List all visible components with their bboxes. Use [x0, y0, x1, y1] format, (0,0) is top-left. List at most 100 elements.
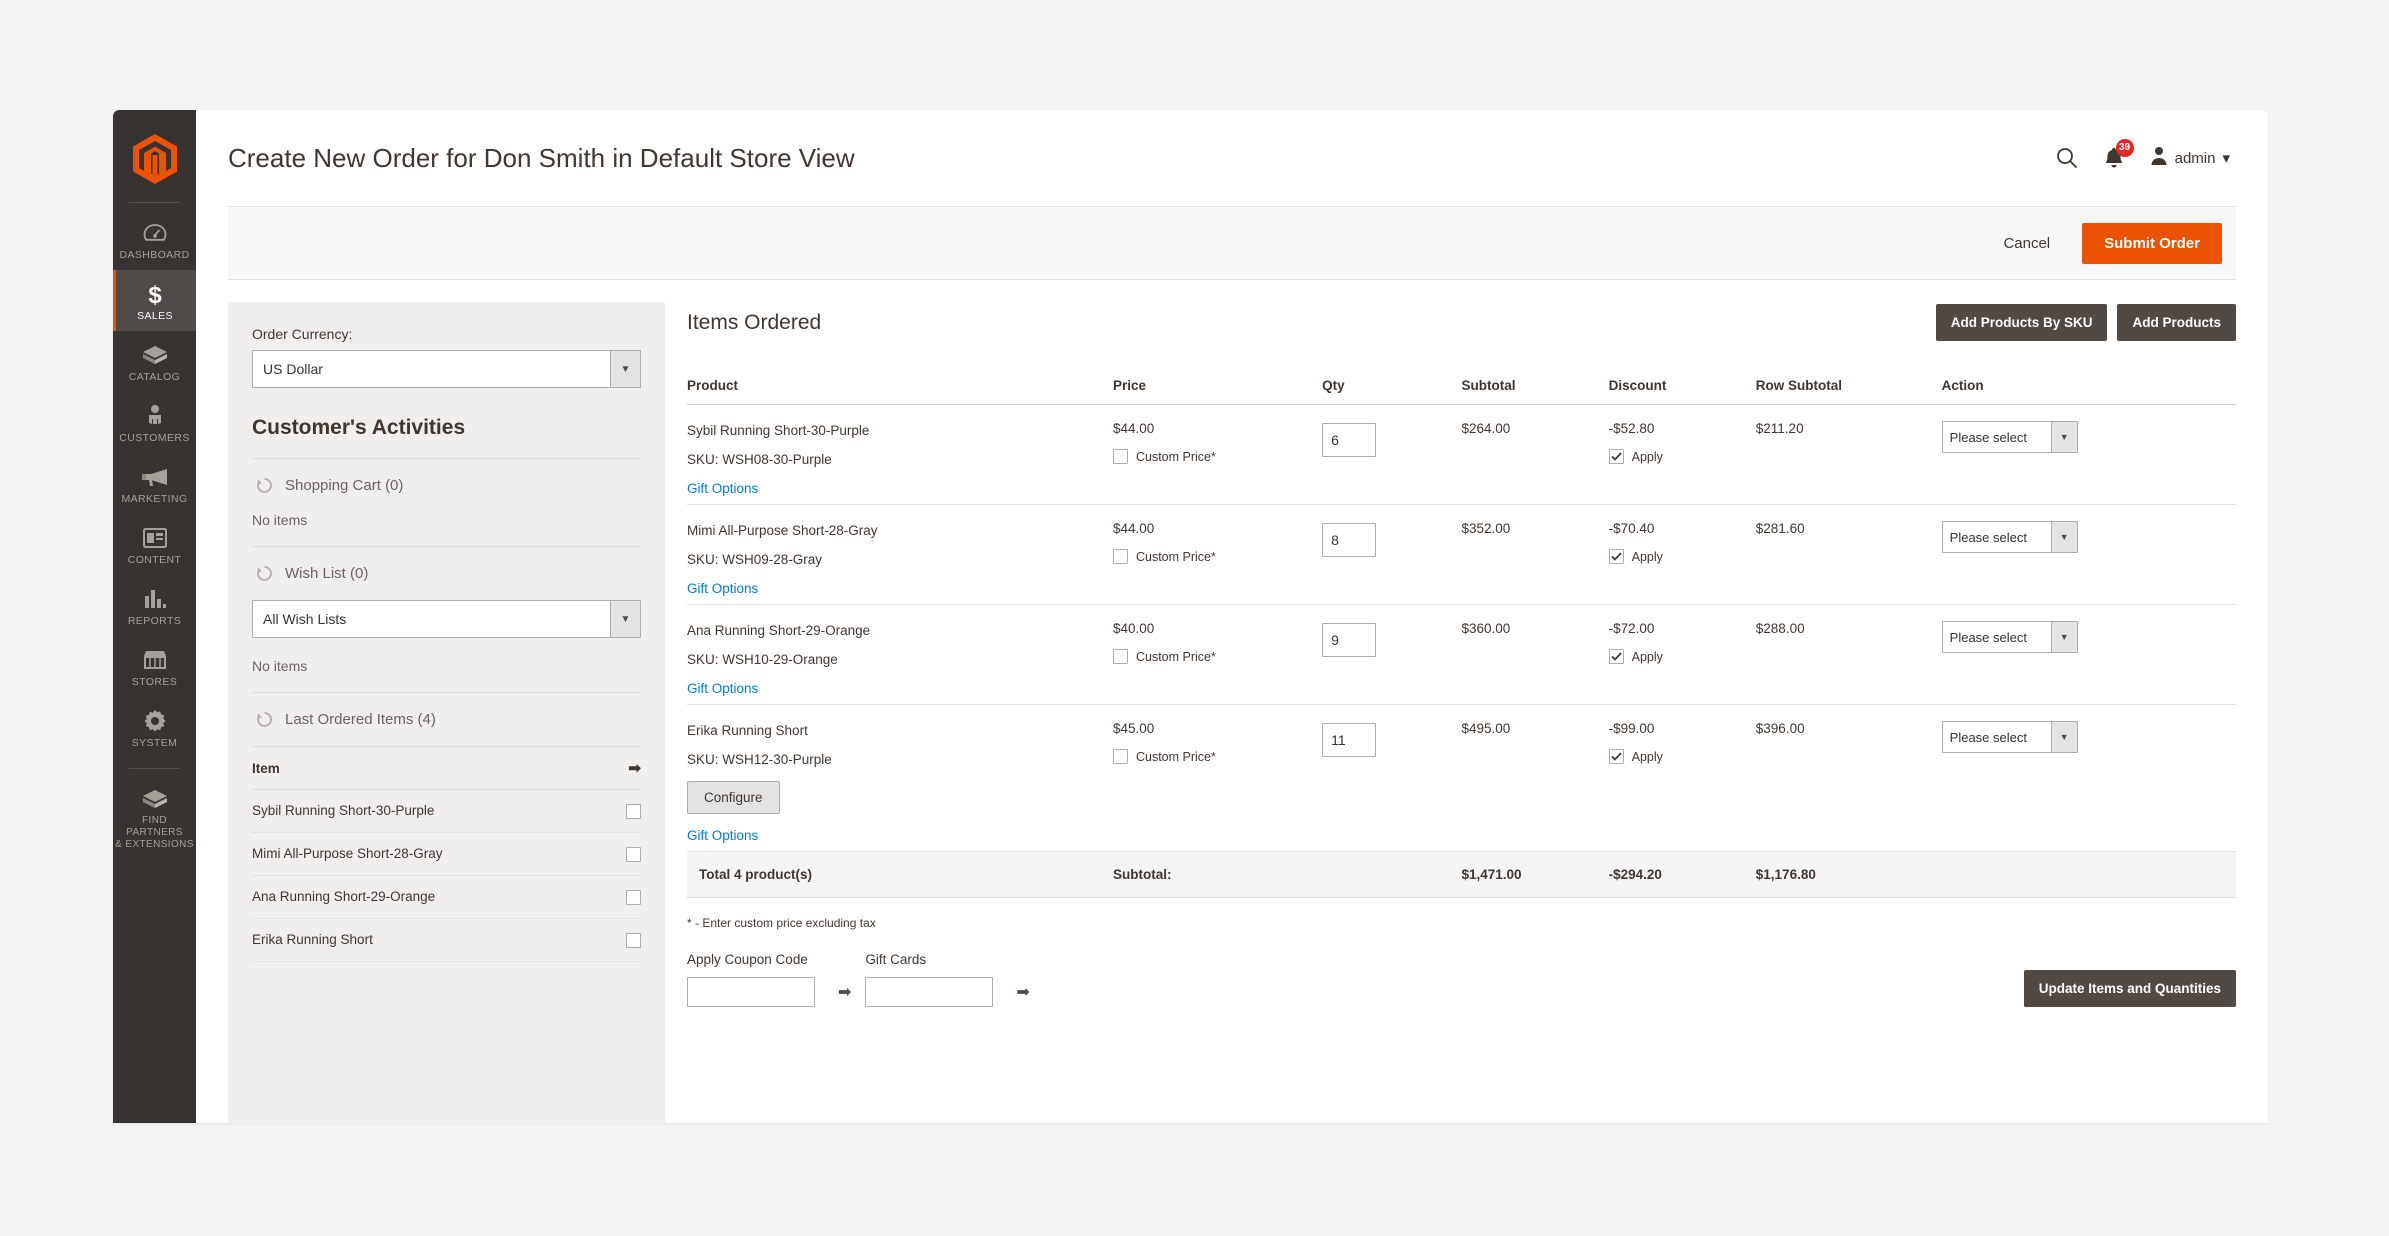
reports-bar-chart-icon	[115, 586, 194, 612]
apply-label: Apply	[1631, 749, 1663, 764]
coupon-code-input[interactable]	[687, 977, 815, 1007]
apply-coupon-arrow-icon[interactable]: ➡	[833, 982, 865, 1007]
sidebar-item-dashboard[interactable]: DASHBOARD	[113, 209, 196, 270]
product-cell: Sybil Running Short-30-Purple SKU: WSH08-…	[687, 405, 1113, 505]
user-avatar-icon	[2150, 146, 2168, 170]
system-gear-icon	[115, 708, 194, 734]
bell-icon[interactable]: 39	[2104, 139, 2134, 169]
qty-input[interactable]	[1322, 623, 1377, 657]
row-action-select[interactable]: Please select ▼	[1941, 521, 2078, 553]
items-ordered-table: Product Price Qty Subtotal Discount Row Subto…	[687, 367, 2236, 898]
add-products-button[interactable]: Add Products	[2117, 304, 2236, 341]
admin-user-menu[interactable]: admin ▾	[2150, 146, 2230, 170]
sidebar-item-reports[interactable]: REPORTS	[113, 575, 196, 636]
content-layout-icon	[115, 525, 194, 551]
list-item-label: Erika Running Short	[252, 918, 607, 962]
order-currency-value: US Dollar	[263, 361, 323, 377]
list-item[interactable]: Mimi All-Purpose Short-28-Gray	[252, 832, 641, 876]
sidebar-item-find-partners[interactable]: FIND PARTNERS & EXTENSIONS	[113, 775, 196, 860]
gift-options-link[interactable]: Gift Options	[687, 681, 758, 696]
list-item-checkbox[interactable]	[626, 803, 641, 819]
wish-list-select[interactable]: All Wish Lists ▼	[252, 600, 641, 638]
row-subtotal-cell: $396.00	[1755, 704, 1942, 852]
custom-price-checkbox[interactable]	[1112, 449, 1128, 464]
qty-cell	[1322, 504, 1462, 605]
list-item[interactable]: Sybil Running Short-30-Purple	[252, 789, 641, 833]
product-name: Mimi All-Purpose Short-28-Gray	[687, 523, 878, 538]
list-item[interactable]: Ana Running Short-29-Orange	[252, 875, 641, 919]
add-products-by-sku-button[interactable]: Add Products By SKU	[1935, 304, 2108, 341]
apply-discount-checkbox[interactable]	[1608, 449, 1624, 464]
list-item-checkbox[interactable]	[626, 846, 641, 862]
shopping-cart-section-header[interactable]: Shopping Cart (0)	[252, 459, 641, 512]
marketing-megaphone-icon	[115, 464, 194, 490]
price-cell: $44.00 Custom Price*	[1112, 405, 1322, 505]
apply-discount-checkbox[interactable]	[1608, 649, 1624, 664]
qty-input[interactable]	[1322, 723, 1377, 757]
cancel-button[interactable]: Cancel	[1993, 229, 2060, 258]
row-action-select[interactable]: Please select ▼	[1941, 621, 2078, 653]
custom-price-row: Custom Price*	[1112, 649, 1316, 664]
product-cell: Ana Running Short-29-Orange SKU: WSH10-29…	[687, 604, 1113, 705]
qty-input[interactable]	[1322, 423, 1377, 457]
sidebar-item-label: CATALOG	[128, 371, 181, 383]
chevron-down-icon: ▼	[610, 351, 640, 387]
gift-options-link[interactable]: Gift Options	[687, 481, 758, 496]
update-items-and-quantities-button[interactable]: Update Items and Quantities	[2023, 970, 2236, 1007]
subtotal-cell: $495.00	[1461, 704, 1609, 852]
qty-cell	[1322, 704, 1462, 852]
apply-discount-checkbox[interactable]	[1608, 749, 1624, 764]
action-cell: Please select ▼	[1941, 405, 2236, 505]
qty-input[interactable]	[1322, 523, 1377, 557]
items-ordered-header: Items Ordered Add Products By SKU Add Pr…	[687, 304, 2236, 341]
wish-list-label: Wish List (0)	[285, 565, 369, 582]
sidebar-item-customers[interactable]: CUSTOMERS	[113, 392, 196, 453]
gift-options-link[interactable]: Gift Options	[687, 828, 758, 843]
action-cell: Please select ▼	[1941, 704, 2236, 852]
price-cell: $44.00 Custom Price*	[1112, 504, 1323, 605]
refresh-icon[interactable]	[256, 711, 273, 728]
refresh-icon[interactable]	[256, 477, 273, 494]
sidebar-item-catalog[interactable]: CATALOG	[113, 331, 196, 392]
apply-discount-checkbox[interactable]	[1608, 549, 1624, 564]
sidebar-item-stores[interactable]: STORES	[113, 636, 196, 697]
list-item-label: Ana Running Short-29-Orange	[252, 875, 607, 919]
list-item[interactable]: Erika Running Short	[252, 918, 641, 962]
list-item-checkbox[interactable]	[626, 932, 641, 948]
custom-price-checkbox[interactable]	[1112, 749, 1128, 764]
row-action-select[interactable]: Please select ▼	[1941, 721, 2078, 753]
order-currency-select[interactable]: US Dollar ▼	[252, 350, 641, 388]
notification-badge: 39	[2115, 139, 2134, 157]
product-sku: SKU: WSH10-29-Orange	[687, 652, 838, 667]
gift-card-input[interactable]	[865, 977, 994, 1007]
order-currency-label: Order Currency:	[252, 326, 353, 342]
submit-order-button[interactable]: Submit Order	[2082, 222, 2222, 264]
sidebar-item-system[interactable]: SYSTEM	[113, 697, 196, 758]
select-all-arrow[interactable]: ➡	[607, 746, 641, 790]
magento-logo[interactable]	[113, 124, 196, 202]
qty-cell	[1322, 604, 1462, 705]
last-ordered-section-header[interactable]: Last Ordered Items (4)	[252, 693, 641, 746]
list-item-checkbox[interactable]	[626, 889, 641, 905]
sidebar-item-sales[interactable]: $ SALES	[113, 270, 196, 331]
wish-list-section-header[interactable]: Wish List (0)	[252, 547, 641, 600]
gift-options-link[interactable]: Gift Options	[687, 581, 758, 596]
subtotal-cell: $360.00	[1461, 604, 1609, 705]
sidebar-item-content[interactable]: CONTENT	[113, 514, 196, 575]
wish-list-empty-text: No items	[252, 658, 308, 674]
search-icon[interactable]	[2056, 147, 2078, 169]
custom-price-checkbox[interactable]	[1112, 649, 1128, 664]
apply-label: Apply	[1631, 549, 1663, 564]
row-action-select[interactable]: Please select ▼	[1941, 421, 2078, 453]
configure-button[interactable]: Configure	[687, 781, 780, 814]
refresh-icon[interactable]	[256, 565, 273, 582]
custom-price-checkbox[interactable]	[1112, 549, 1128, 564]
discount-amount: -$72.00	[1608, 621, 1655, 636]
apply-discount-row: Apply	[1608, 449, 1750, 464]
stores-shop-icon	[115, 647, 194, 673]
sidebar-item-marketing[interactable]: MARKETING	[113, 453, 196, 514]
product-sku: SKU: WSH12-30-Purple	[687, 752, 832, 767]
chevron-down-icon: ▼	[2050, 722, 2077, 752]
table-row: Erika Running Short SKU: WSH12-30-Purple C…	[687, 704, 2236, 852]
apply-gift-card-arrow-icon[interactable]: ➡	[1011, 982, 1043, 1007]
